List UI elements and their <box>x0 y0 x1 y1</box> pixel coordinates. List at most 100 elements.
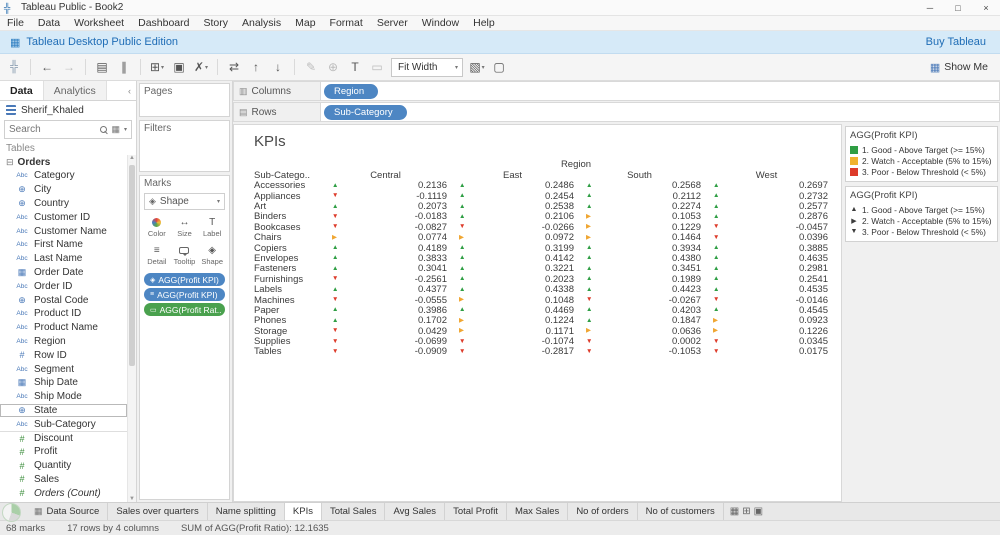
sheet-tab-total-sales[interactable]: Total Sales <box>322 503 386 520</box>
maximize-button[interactable]: □ <box>944 0 972 15</box>
kpi-cell[interactable]: ▼ -0.1053 <box>576 347 703 357</box>
row-label-supplies[interactable]: Supplies <box>252 337 322 347</box>
legend-item[interactable]: ▶ 2. Watch - Acceptable (5% to 15%) <box>850 215 994 226</box>
menu-help[interactable]: Help <box>466 17 502 29</box>
kpi-cell[interactable]: ▼ 0.0396 <box>703 233 830 243</box>
tableau-logo-icon[interactable]: ╬ <box>4 57 24 77</box>
kpi-cell[interactable]: ▲ 0.1989 <box>576 274 703 284</box>
new-story-button[interactable]: ▣ <box>754 506 763 517</box>
field-profit[interactable]: # Profit <box>0 445 127 459</box>
kpi-cell[interactable]: ▲ 0.2568 <box>576 181 703 191</box>
menu-data[interactable]: Data <box>31 17 67 29</box>
mark-type-dropdown[interactable]: ◈ Shape ▾ <box>144 193 225 210</box>
kpi-cell[interactable]: ▼ -0.2817 <box>449 347 576 357</box>
pill-region[interactable]: Region <box>324 83 379 99</box>
row-label-appliances[interactable]: Appliances <box>252 191 322 201</box>
field-quantity[interactable]: # Quantity <box>0 459 127 473</box>
label-button[interactable]: T Label <box>199 214 225 240</box>
menu-dashboard[interactable]: Dashboard <box>131 17 196 29</box>
sort-descending-icon[interactable]: ↓ <box>268 57 288 77</box>
menu-map[interactable]: Map <box>288 17 322 29</box>
field-country[interactable]: ⊕ Country <box>0 197 127 211</box>
menu-format[interactable]: Format <box>323 17 370 29</box>
menu-window[interactable]: Window <box>415 17 466 29</box>
collapse-folder-icon[interactable]: ⊟ <box>6 157 14 168</box>
row-label-art[interactable]: Art <box>252 202 322 212</box>
show-mark-labels-icon[interactable]: T <box>345 57 365 77</box>
group-members-icon[interactable]: ⊕ <box>323 57 343 77</box>
kpi-cell[interactable]: ▼ -0.0909 <box>322 347 449 357</box>
columns-shelf-body[interactable]: Region <box>321 81 1000 101</box>
collapse-pane-icon[interactable]: ‹ <box>123 81 136 100</box>
new-worksheet-icon[interactable]: ⊞ ▾ <box>147 57 167 77</box>
marks-pill-agg-profit-rat[interactable]: ▭ AGG(Profit Rat.. <box>144 303 225 316</box>
fix-axes-icon[interactable]: ▭ <box>367 57 387 77</box>
kpi-cell[interactable]: ▶ 0.0774 <box>322 233 449 243</box>
kpi-cell[interactable]: ▲ 0.3986 <box>322 305 449 315</box>
menu-server[interactable]: Server <box>370 17 415 29</box>
sheet-title[interactable]: KPIs <box>234 125 841 160</box>
duplicate-sheet-icon[interactable]: ▣ <box>169 57 189 77</box>
buy-tableau-link[interactable]: Buy Tableau <box>926 36 986 48</box>
highlight-icon[interactable]: ✎ <box>301 57 321 77</box>
kpi-cell[interactable]: ▶ 0.1226 <box>703 326 830 336</box>
menu-file[interactable]: File <box>0 17 31 29</box>
kpi-cell[interactable]: ▼ 0.0345 <box>703 337 830 347</box>
column-header-west[interactable]: West <box>703 170 830 180</box>
legend-item[interactable]: ▼ 3. Poor - Below Threshold (< 5%) <box>850 226 994 237</box>
row-label-binders[interactable]: Binders <box>252 212 322 222</box>
kpi-cell[interactable]: ▲ 0.3885 <box>703 243 830 253</box>
sheet-tab-kpis[interactable]: KPIs <box>284 503 322 520</box>
kpi-cell[interactable]: ▼ -0.0267 <box>576 295 703 305</box>
kpi-cell[interactable]: ▼ -0.2561 <box>322 274 449 284</box>
chevron-down-icon[interactable]: ▾ <box>124 126 127 133</box>
clear-sheet-icon[interactable]: ✗ ▾ <box>191 57 211 77</box>
field-discount[interactable]: # Discount <box>0 431 127 445</box>
kpi-cell[interactable]: ▲ 0.2454 <box>449 191 576 201</box>
kpi-cell[interactable]: ▲ 0.2106 <box>449 212 576 222</box>
scroll-up-icon[interactable]: ▲ <box>128 155 136 161</box>
menu-story[interactable]: Story <box>196 17 235 29</box>
kpi-cell[interactable]: ▲ 0.2073 <box>322 202 449 212</box>
row-label-fasteners[interactable]: Fasteners <box>252 264 322 274</box>
kpi-cell[interactable]: ▶ 0.1048 <box>449 295 576 305</box>
presentation-mode-icon[interactable]: ▢ <box>489 57 509 77</box>
scroll-down-icon[interactable]: ▼ <box>128 496 136 502</box>
row-label-machines[interactable]: Machines <box>252 295 322 305</box>
tab-data-source[interactable]: ▦ Data Source <box>26 503 109 520</box>
redo-icon[interactable]: → <box>59 57 79 77</box>
kpi-cell[interactable]: ▲ 0.4535 <box>703 285 830 295</box>
kpi-cell[interactable]: ▲ 0.2023 <box>449 274 576 284</box>
kpi-cell[interactable]: ▶ 0.1464 <box>576 233 703 243</box>
marks-pill-agg-profit-kpi[interactable]: ≡ AGG(Profit KPI) <box>144 288 225 301</box>
kpi-cell[interactable]: ▶ 0.1224 <box>449 316 576 326</box>
legend-item[interactable]: 3. Poor - Below Threshold (< 5%) <box>850 166 994 177</box>
data-source-row[interactable]: Sherif_Khaled <box>0 101 136 119</box>
column-header-central[interactable]: Central <box>322 170 449 180</box>
kpi-cell[interactable]: ▲ 0.3934 <box>576 243 703 253</box>
kpi-cell[interactable]: ▲ 0.2697 <box>703 181 830 191</box>
sort-ascending-icon[interactable]: ↑ <box>246 57 266 77</box>
field-row-id[interactable]: # Row ID <box>0 348 127 362</box>
kpi-cell[interactable]: ▲ 0.4423 <box>576 285 703 295</box>
kpi-cell[interactable]: ▼ -0.1119 <box>322 191 449 201</box>
filters-shelf[interactable]: Filters <box>139 120 230 172</box>
kpi-cell[interactable]: ▼ 0.0175 <box>703 347 830 357</box>
kpi-cell[interactable]: ▶ 0.1171 <box>449 326 576 336</box>
legend-item[interactable]: ▲ 1. Good - Above Target (>= 15%) <box>850 204 994 215</box>
menu-worksheet[interactable]: Worksheet <box>67 17 131 29</box>
search-input[interactable] <box>9 124 97 135</box>
sheet-tab-max-sales[interactable]: Max Sales <box>507 503 569 520</box>
kpi-cell[interactable]: ▲ 0.2538 <box>449 202 576 212</box>
kpi-cell[interactable]: ▼ -0.0183 <box>322 212 449 222</box>
detail-button[interactable]: ≡ Detail <box>144 242 170 268</box>
shape-button[interactable]: ◈ Shape <box>199 242 225 268</box>
kpi-cell[interactable]: ▼ -0.1074 <box>449 337 576 347</box>
field-order-id[interactable]: Abc Order ID <box>0 279 127 293</box>
field-product-name[interactable]: Abc Product Name <box>0 321 127 335</box>
kpi-cell[interactable]: ▼ -0.0699 <box>322 337 449 347</box>
kpi-cell[interactable]: ▲ 0.4380 <box>576 254 703 264</box>
new-dashboard-button[interactable]: ⊞ <box>742 506 750 517</box>
row-label-tables[interactable]: Tables <box>252 347 322 357</box>
pill-sub-category[interactable]: Sub-Category <box>324 104 407 120</box>
